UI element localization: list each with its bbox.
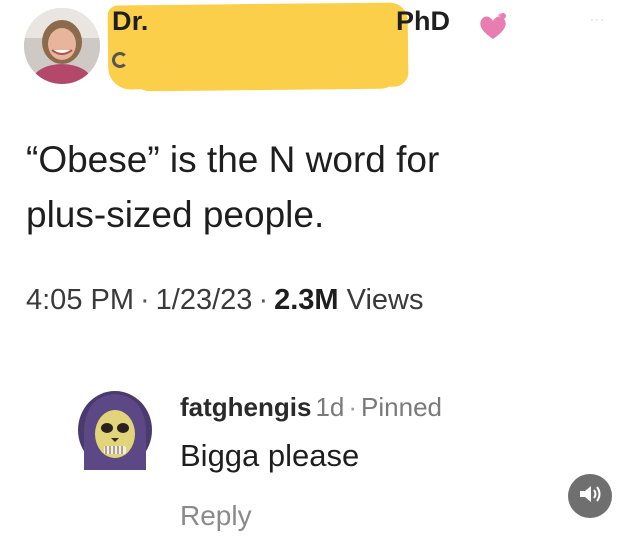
comment-age: 1d	[315, 392, 345, 422]
more-icon[interactable]: ···	[590, 12, 605, 26]
handle-fragment	[112, 52, 128, 68]
comment-separator: ·	[348, 392, 358, 422]
author-name-prefix[interactable]: Dr.	[112, 6, 149, 37]
handle-redaction	[129, 32, 401, 92]
tweet-text-line: “Obese” is the N word for	[26, 139, 440, 180]
tweet-text: “Obese” is the N word for plus-sized peo…	[26, 132, 616, 242]
meta-separator: ·	[258, 284, 269, 316]
comment-username[interactable]: fatghengis	[180, 392, 311, 422]
meta-separator: ·	[140, 284, 150, 316]
tweet-time[interactable]: 4:05 PM	[26, 284, 134, 316]
tweet-date[interactable]: 1/23/23	[156, 284, 253, 316]
comment-header: fatghengis 1d · Pinned	[180, 392, 442, 423]
tweet-meta: 4:05 PM · 1/23/23 · 2.3M Views	[26, 284, 424, 317]
tweet-header: Dr. PhD ···	[0, 0, 640, 100]
commenter-avatar[interactable]	[76, 390, 154, 470]
reply-button[interactable]: Reply	[180, 500, 252, 532]
sound-button[interactable]	[568, 474, 612, 518]
comment-text: Bigga please	[180, 438, 360, 473]
heart-icon	[476, 10, 510, 44]
views-label: Views	[346, 284, 424, 316]
author-name-suffix[interactable]: PhD	[396, 6, 450, 37]
tweet-text-line: plus-sized people.	[26, 194, 325, 235]
author-avatar[interactable]	[24, 8, 100, 84]
speaker-icon	[577, 483, 603, 510]
views-count: 2.3M	[274, 284, 339, 316]
pinned-label: Pinned	[361, 392, 443, 422]
